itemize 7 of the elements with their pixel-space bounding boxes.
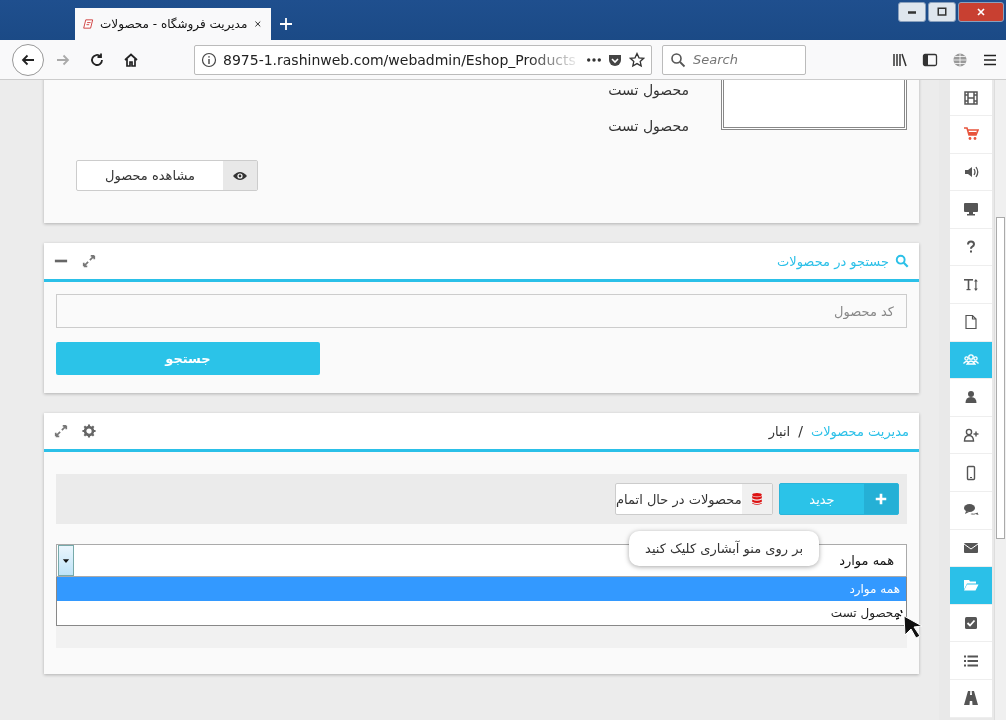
url-text: 8975-1.rashinweb.com/webadmin/Eshop_Products <box>223 51 577 68</box>
product-name: محصول تست <box>608 118 689 134</box>
product-name: محصول تست <box>608 82 689 98</box>
breadcrumb-separator: / <box>798 423 803 439</box>
tooltip: بر روی منو آبشاری کلیک کنید <box>629 531 819 566</box>
panel-title: جستجو در محصولات <box>777 253 889 269</box>
breadcrumb-current: انبار <box>768 423 791 439</box>
